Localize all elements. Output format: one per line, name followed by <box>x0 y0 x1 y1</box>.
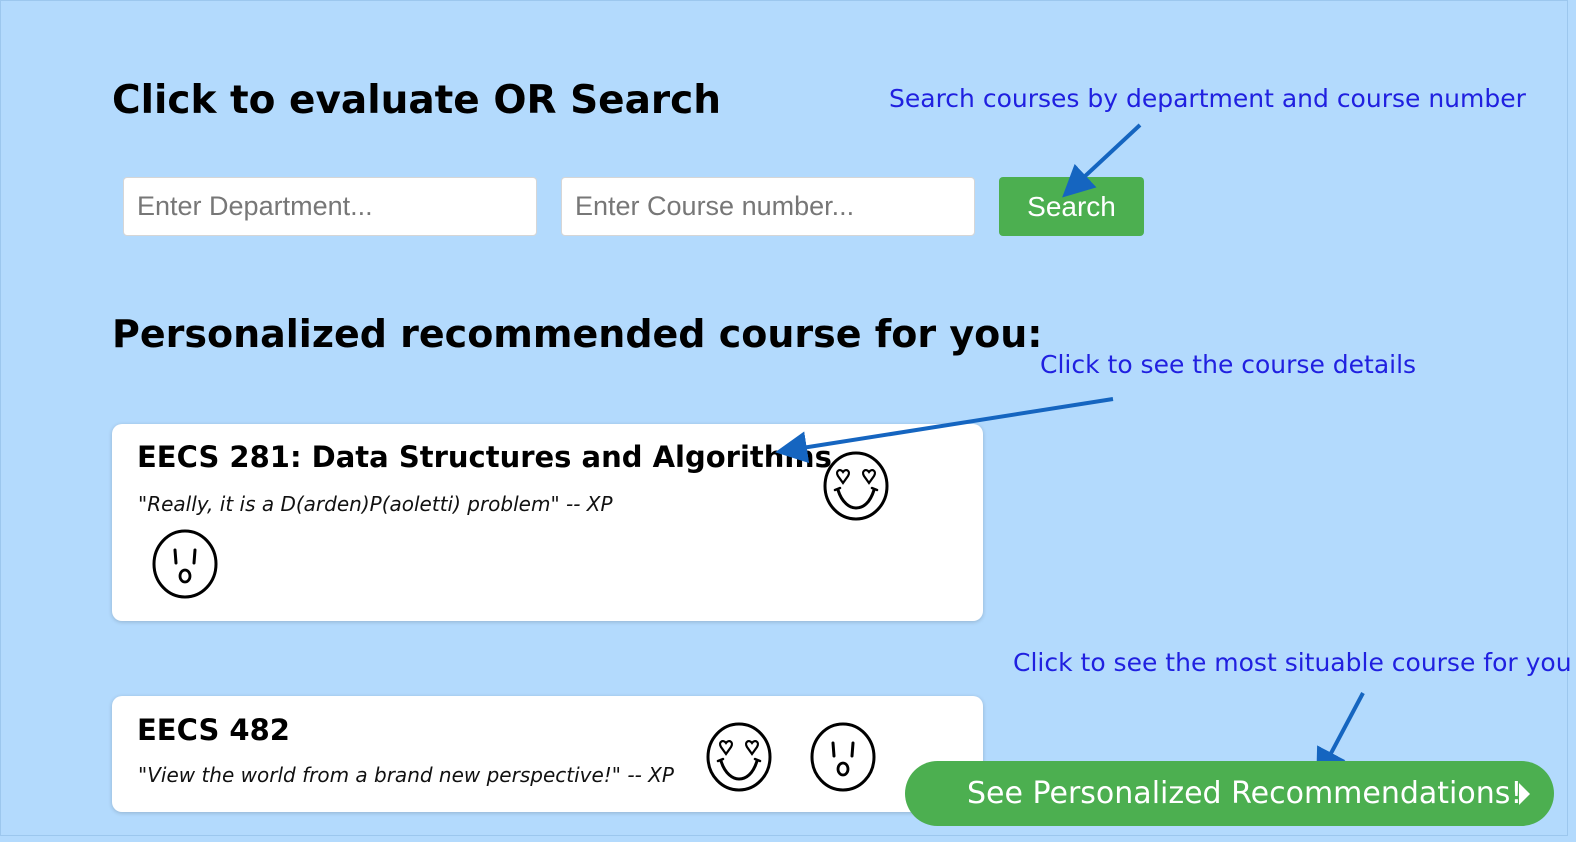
recommendations-title: Personalized recommended course for you: <box>112 312 1043 356</box>
see-recommendations-button[interactable]: See Personalized Recommendations! <box>905 761 1554 826</box>
course-title-link[interactable]: EECS 281: Data Structures and Algorithms <box>137 440 832 474</box>
recommendation-annotation: Click to see the most situable course fo… <box>1013 648 1572 677</box>
course-quote: "View the world from a brand new perspec… <box>138 763 674 787</box>
heart-eyes-smiley-icon[interactable] <box>705 721 773 793</box>
search-annotation: Search courses by department and course … <box>889 84 1526 113</box>
course-number-input[interactable] <box>561 177 975 236</box>
course-card[interactable]: EECS 281: Data Structures and Algorithms… <box>112 424 983 621</box>
surprised-face-icon[interactable] <box>809 721 877 793</box>
surprised-face-icon[interactable] <box>151 528 219 600</box>
course-title-link[interactable]: EECS 482 <box>137 713 290 747</box>
heart-eyes-smiley-icon[interactable] <box>822 450 890 522</box>
department-input[interactable] <box>123 177 537 236</box>
caret-right-icon <box>1519 783 1530 805</box>
course-quote: "Really, it is a D(arden)P(aoletti) prob… <box>138 492 613 516</box>
course-card[interactable]: EECS 482 "View the world from a brand ne… <box>112 696 983 812</box>
search-section-title: Click to evaluate OR Search <box>112 78 722 123</box>
search-button[interactable]: Search <box>999 177 1144 236</box>
course-details-annotation: Click to see the course details <box>1040 350 1417 379</box>
see-recommendations-label: See Personalized Recommendations! <box>967 776 1523 811</box>
